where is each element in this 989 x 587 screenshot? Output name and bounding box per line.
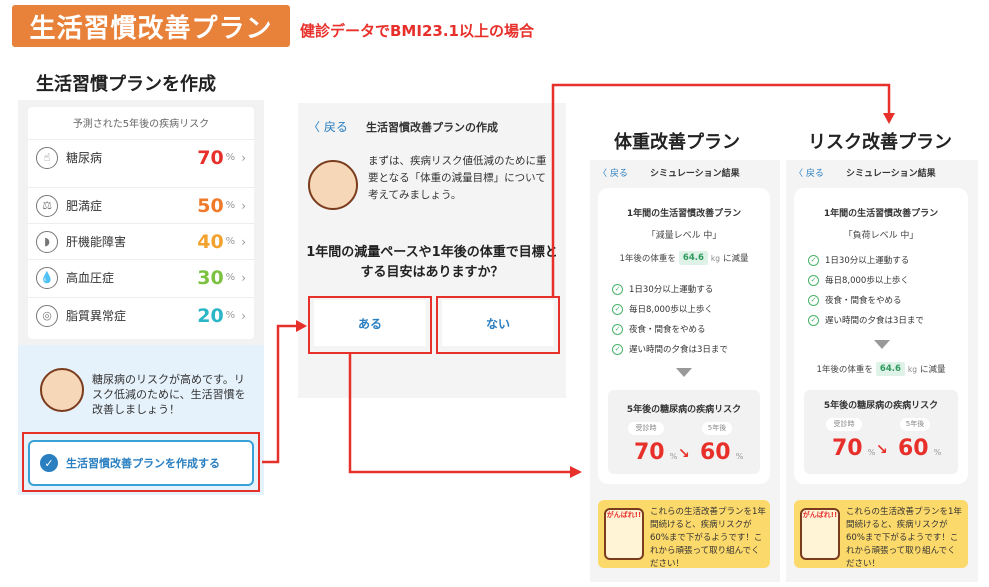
checklist-item: ✓ 毎日8,000歩以上歩く — [808, 270, 958, 290]
arrow-head — [570, 466, 582, 478]
weight-goal: 1年後の体重を 64.6 kg に減量 — [794, 362, 968, 376]
weight-value: 64.6 — [875, 362, 905, 376]
cheer-badge: がんばれ!! — [802, 511, 838, 519]
before-risk: 70 % — [832, 436, 875, 461]
checklist-text: 1日30分以上運動する — [825, 256, 910, 266]
nav-title: シミュレーション結果 — [650, 169, 740, 179]
weight-value: 64.6 — [678, 251, 708, 265]
weight-unit: kg — [710, 253, 720, 263]
plan-card-title: 1年間の生活習慣改善プラン — [823, 209, 939, 219]
after-label: 5年後 — [900, 418, 930, 431]
checklist-text: 遅い時間の夕食は3日まで — [629, 345, 728, 355]
after-risk-value: 60 — [898, 436, 929, 461]
weight-suffix: に減量 — [723, 254, 749, 264]
risk-result-title: 5年後の糖尿病の疾病リスク — [823, 401, 939, 411]
back-link[interactable]: 〈 戻る — [794, 166, 824, 179]
arrow-head — [883, 113, 895, 124]
arrow-create-to-plan — [262, 324, 298, 464]
weight-unit: kg — [907, 364, 917, 374]
cheer-text: これらの生活改善プランを1年間続けると、疾病リスクが60%まで下がるようです！こ… — [846, 507, 962, 569]
check-icon: ✓ — [808, 314, 819, 326]
check-icon: ✓ — [808, 294, 819, 306]
before-risk-unit: % — [867, 448, 876, 457]
checklist-item: ✓ 夜食・間食をやめる — [612, 319, 762, 339]
after-risk-value: 60 — [700, 440, 731, 465]
cheer-text: これらの生活改善プランを1年間続けると、疾病リスクが60%まで下がるようです！こ… — [650, 507, 766, 569]
checklist-item: ✓ 1日30分以上運動する — [612, 279, 762, 299]
before-risk: 70 % — [634, 440, 677, 465]
checklist-text: 夜食・間食をやめる — [629, 325, 706, 335]
plan-level: 「負荷レベル 中」 — [843, 231, 919, 241]
before-label: 受診時 — [628, 422, 664, 435]
before-label: 受診時 — [826, 418, 862, 431]
weight-suffix: に減量 — [920, 365, 946, 375]
decrease-arrow-icon: ↘ — [678, 446, 690, 462]
plan-card-title: 1年間の生活習慣改善プラン — [626, 209, 742, 219]
before-risk-value: 70 — [832, 436, 863, 461]
arrow-yes-to-weight — [348, 354, 572, 474]
section-title-risk-plan: リスク改善プラン — [808, 132, 952, 153]
risk-result-title: 5年後の糖尿病の疾病リスク — [626, 405, 742, 415]
checklist-item: ✓ 毎日8,000歩以上歩く — [612, 299, 762, 319]
checklist-item: ✓ 遅い時間の夕食は3日まで — [808, 310, 958, 330]
decrease-arrow-icon: ↘ — [876, 442, 888, 458]
down-arrow-icon — [676, 368, 692, 377]
after-risk-unit: % — [933, 448, 942, 457]
checklist-text: 毎日8,000歩以上歩く — [825, 276, 909, 286]
after-label: 5年後 — [702, 422, 732, 435]
after-risk: 60 % — [898, 436, 941, 461]
back-link[interactable]: 〈 戻る — [598, 166, 628, 179]
checklist-item: ✓ 1日30分以上運動する — [808, 250, 958, 270]
down-arrow-icon — [874, 340, 890, 349]
check-icon: ✓ — [612, 283, 623, 295]
checklist-item: ✓ 遅い時間の夕食は3日まで — [612, 339, 762, 359]
weight-prefix: 1年後の体重を — [816, 365, 873, 375]
section-title-weight-plan: 体重改善プラン — [614, 132, 740, 153]
after-risk: 60 % — [700, 440, 743, 465]
check-icon: ✓ — [808, 274, 819, 286]
check-icon: ✓ — [808, 254, 819, 266]
checklist-text: 毎日8,000歩以上歩く — [629, 305, 713, 315]
checklist-text: 夜食・間食をやめる — [825, 296, 902, 306]
plan-checklist: ✓ 1日30分以上運動する ✓ 毎日8,000歩以上歩く ✓ 夜食・間食をやめる ✓ 遅… — [612, 279, 762, 359]
checklist-text: 1日30分以上運動する — [629, 285, 714, 295]
plan-checklist: ✓ 1日30分以上運動する ✓ 毎日8,000歩以上歩く ✓ 夜食・間食をやめる ✓ 遅… — [808, 250, 958, 330]
before-risk-value: 70 — [634, 440, 665, 465]
check-icon: ✓ — [612, 303, 623, 315]
check-icon: ✓ — [612, 323, 623, 335]
plan-level: 「減量レベル 中」 — [646, 231, 722, 241]
nav-title: シミュレーション結果 — [846, 169, 936, 179]
cheer-badge: がんばれ!! — [606, 511, 642, 519]
arrow-head — [296, 320, 307, 332]
checklist-text: 遅い時間の夕食は3日まで — [825, 316, 924, 326]
weight-goal: 1年後の体重を 64.6 kg に減量 — [598, 251, 770, 265]
weight-prefix: 1年後の体重を — [619, 254, 676, 264]
check-icon: ✓ — [612, 343, 623, 355]
before-risk-unit: % — [669, 452, 678, 461]
after-risk-unit: % — [735, 452, 744, 461]
checklist-item: ✓ 夜食・間食をやめる — [808, 290, 958, 310]
